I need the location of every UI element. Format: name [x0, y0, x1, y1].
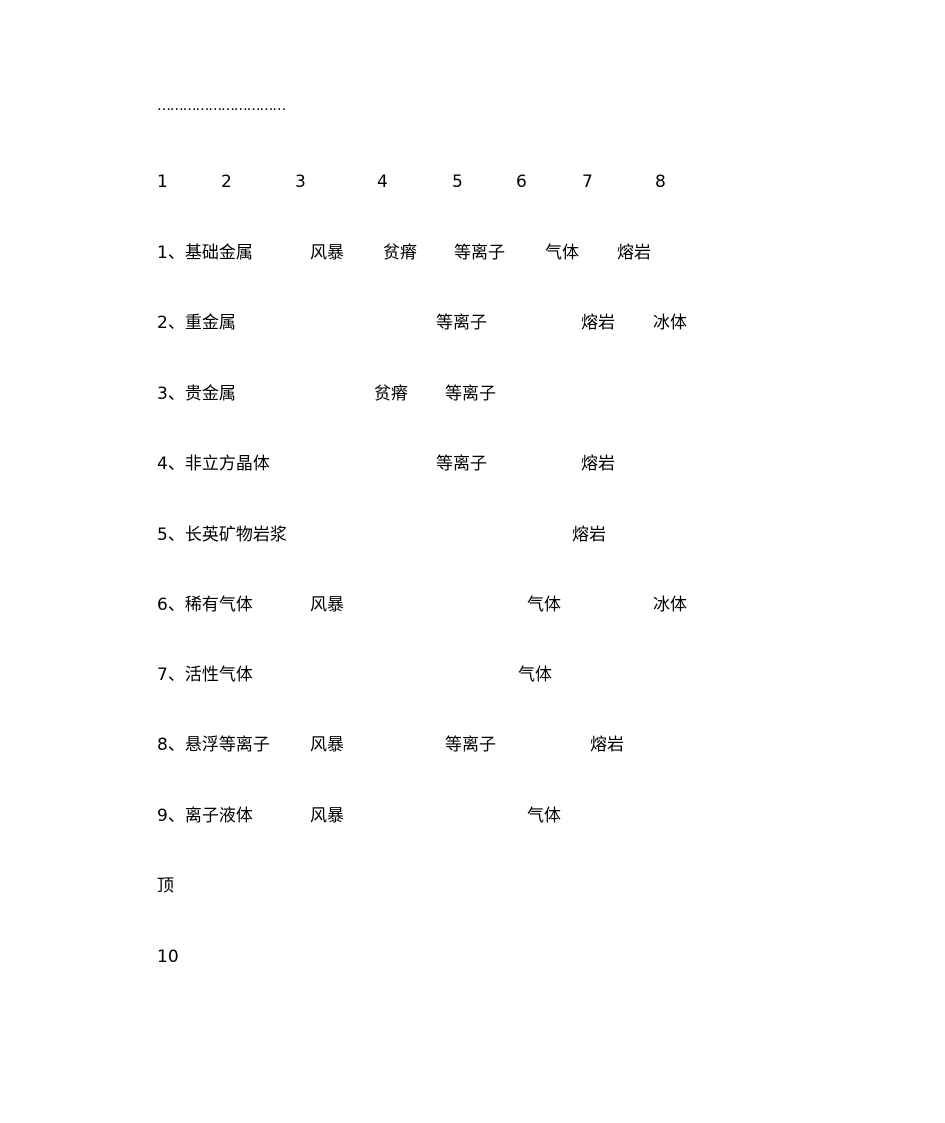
table-row: 6、稀有气体 风暴 气体 冰体	[0, 593, 945, 617]
page-number-line: 10	[0, 945, 945, 969]
row-cell: 熔岩	[572, 525, 606, 545]
row-label: 3、贵金属	[157, 384, 236, 404]
row-label: 6、稀有气体	[157, 595, 253, 615]
row-cell: 风暴	[310, 243, 344, 263]
header-number: 7	[582, 172, 593, 192]
row-cell: 贫瘠	[374, 384, 408, 404]
document-page: ………………………… 1 2 3 4 5 6 7 8 1、基础金属 风暴 贫瘠 …	[0, 0, 945, 1123]
header-number: 3	[295, 172, 306, 192]
row-cell: 熔岩	[581, 313, 615, 333]
row-cell: 风暴	[310, 806, 344, 826]
row-cell: 气体	[545, 243, 579, 263]
row-cell: 熔岩	[617, 243, 651, 263]
footer-word: 顶	[157, 876, 174, 896]
row-cell: 熔岩	[590, 735, 624, 755]
row-cell: 等离子	[436, 454, 487, 474]
row-cell: 等离子	[445, 384, 496, 404]
table-row: 8、悬浮等离子 风暴 等离子 熔岩	[0, 733, 945, 757]
table-row: 7、活性气体 气体	[0, 663, 945, 687]
page-number: 10	[157, 947, 179, 967]
header-number: 2	[221, 172, 232, 192]
row-cell: 风暴	[310, 735, 344, 755]
header-number: 5	[452, 172, 463, 192]
table-row: 5、长英矿物岩浆 熔岩	[0, 523, 945, 547]
header-number: 8	[655, 172, 666, 192]
table-row: 9、离子液体 风暴 气体	[0, 804, 945, 828]
row-cell: 气体	[518, 665, 552, 685]
row-label: 5、长英矿物岩浆	[157, 525, 287, 545]
header-number: 1	[157, 172, 168, 192]
row-label: 9、离子液体	[157, 806, 253, 826]
row-label: 1、基础金属	[157, 243, 253, 263]
row-cell: 冰体	[653, 595, 687, 615]
row-label: 8、悬浮等离子	[157, 735, 270, 755]
header-number: 6	[516, 172, 527, 192]
row-cell: 气体	[527, 806, 561, 826]
row-cell: 等离子	[436, 313, 487, 333]
table-row: 3、贵金属 贫瘠 等离子	[0, 382, 945, 406]
header-numbers-row: 1 2 3 4 5 6 7 8	[0, 170, 945, 194]
dotted-leader: …………………………	[157, 98, 286, 114]
row-label: 7、活性气体	[157, 665, 253, 685]
table-row: 1、基础金属 风暴 贫瘠 等离子 气体 熔岩	[0, 241, 945, 265]
header-number: 4	[377, 172, 388, 192]
row-cell: 贫瘠	[383, 243, 417, 263]
row-cell: 熔岩	[581, 454, 615, 474]
row-label: 2、重金属	[157, 313, 236, 333]
footer-word-line: 顶	[0, 874, 945, 898]
row-label: 4、非立方晶体	[157, 454, 270, 474]
row-cell: 气体	[527, 595, 561, 615]
row-cell: 等离子	[445, 735, 496, 755]
table-row: 2、重金属 等离子 熔岩 冰体	[0, 311, 945, 335]
row-cell: 冰体	[653, 313, 687, 333]
row-cell: 等离子	[454, 243, 505, 263]
row-cell: 风暴	[310, 595, 344, 615]
table-row: 4、非立方晶体 等离子 熔岩	[0, 452, 945, 476]
